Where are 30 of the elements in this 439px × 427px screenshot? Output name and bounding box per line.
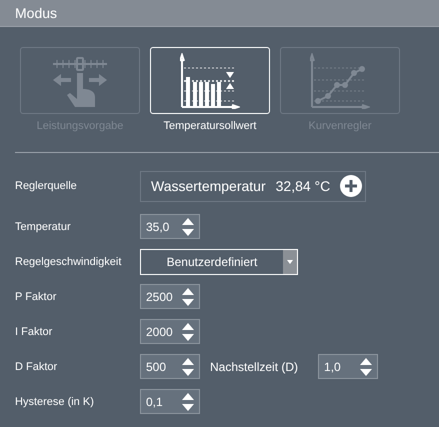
field-label: P Faktor [15,290,58,302]
spin-arrows-icon[interactable] [359,356,374,376]
field-label: Temperatur [15,220,72,232]
field-label: Regelgeschwindigkeit [15,256,122,268]
number-field[interactable]: 35,0 [140,214,200,239]
section-title: Modus [15,5,58,21]
caret-icon [287,260,293,264]
add-button[interactable] [340,175,362,197]
field-label: Nachstellzeit (D) [210,360,298,374]
spin-arrows-icon[interactable] [181,216,195,236]
field-label: D Faktor [15,360,58,372]
number-field[interactable]: 2500 [140,284,200,309]
bar-chart-icon [180,52,240,108]
spin-arrows-icon[interactable] [181,286,195,306]
line-chart-icon [310,52,370,108]
number-field[interactable]: 0,1 [140,389,200,414]
plus-icon [340,175,362,197]
hand-slider-icon [51,54,109,106]
temperature-reading: 32,84 °C [276,178,330,194]
number-field[interactable]: 500 [140,354,200,379]
number-field[interactable]: 2000 [140,319,200,344]
dropdown[interactable]: Benutzerdefiniert [140,248,298,274]
field-label: Reglerquelle [15,180,78,192]
spin-arrows-icon[interactable] [181,322,195,342]
field-label: I Faktor [15,326,54,338]
spin-arrows-icon[interactable] [181,392,195,412]
spin-arrows-icon[interactable] [181,356,195,376]
source-name: Wassertemperatur [151,178,266,194]
field-label: Hysterese (in K) [15,396,95,408]
number-field[interactable]: 1,0 [318,354,378,379]
